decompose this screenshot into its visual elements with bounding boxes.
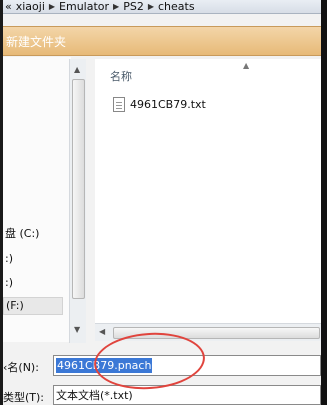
nav-item-drive-f[interactable]: (F:)	[3, 297, 63, 315]
breadcrumb: « xiaoji ▶ Emulator ▶ PS2 ▶ cheats	[3, 0, 321, 14]
window-edge	[321, 0, 327, 405]
scroll-down-icon[interactable]: ▼	[74, 325, 80, 334]
back-icon[interactable]: «	[5, 0, 12, 13]
filetype-value: 文本文档(*.txt)	[56, 389, 133, 402]
nav-item-drive-c[interactable]: 盘 (C:)	[5, 225, 39, 241]
breadcrumb-item-emulator[interactable]: Emulator	[59, 0, 109, 13]
save-dialog: « xiaoji ▶ Emulator ▶ PS2 ▶ cheats 新建文件夹…	[3, 0, 321, 405]
scroll-left-icon[interactable]: ◀	[99, 327, 105, 336]
breadcrumb-item-ps2[interactable]: PS2	[123, 0, 144, 13]
list-item[interactable]: 4961CB79.txt	[113, 97, 206, 112]
file-name: 4961CB79.txt	[130, 98, 206, 111]
toolbar: 新建文件夹	[3, 26, 321, 56]
filetype-label: 类型(T):	[3, 391, 45, 404]
text-file-icon	[113, 97, 125, 112]
filename-label: ‹名(N):	[3, 361, 39, 374]
column-header-name[interactable]: 名称	[110, 68, 132, 84]
new-folder-button[interactable]: 新建文件夹	[3, 33, 66, 50]
sort-up-icon: ▲	[243, 61, 250, 70]
filetype-select[interactable]: 文本文档(*.txt)	[53, 385, 321, 405]
breadcrumb-item-cheats[interactable]: cheats	[158, 0, 195, 13]
file-list: ▲ 名称 4961CB79.txt	[95, 59, 321, 323]
chevron-right-icon[interactable]: ▶	[113, 2, 119, 11]
scroll-up-icon[interactable]: ▲	[74, 65, 80, 74]
chevron-right-icon[interactable]: ▶	[49, 2, 55, 11]
breadcrumb-item-xiaoji[interactable]: xiaoji	[16, 0, 45, 13]
nav-item-drive-d[interactable]: :)	[5, 252, 13, 265]
navigation-pane: 盘 (C:) :) :) (F:)	[3, 57, 71, 342]
chevron-right-icon[interactable]: ▶	[148, 2, 154, 11]
scroll-thumb[interactable]	[72, 79, 85, 299]
nav-item-drive-e[interactable]: :)	[5, 276, 13, 289]
nav-scrollbar[interactable]: ▲ ▼	[69, 59, 86, 343]
